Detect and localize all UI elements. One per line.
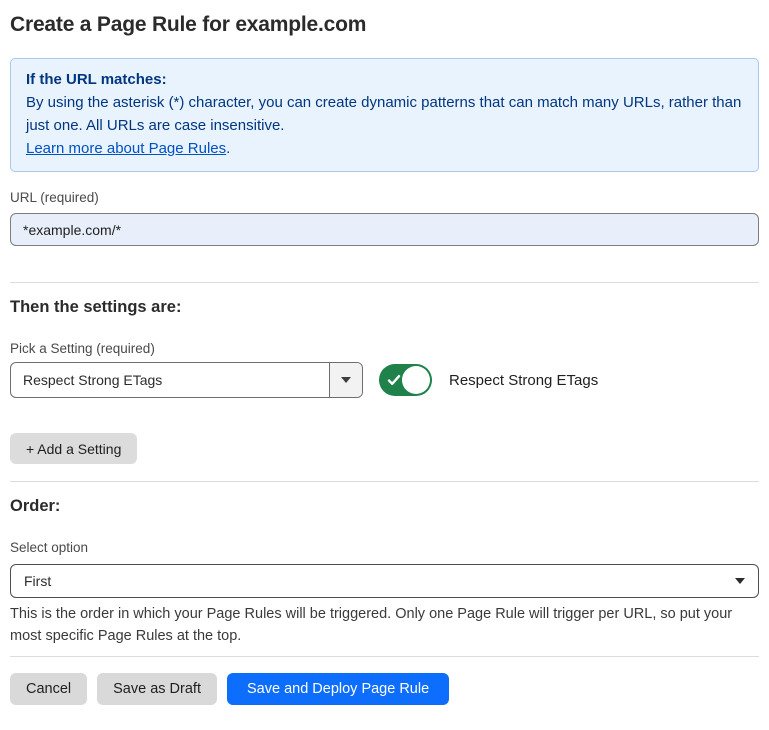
cancel-button[interactable]: Cancel — [10, 673, 87, 705]
footer-actions: Cancel Save as Draft Save and Deploy Pag… — [10, 673, 759, 705]
toggle-knob — [402, 366, 430, 394]
save-and-deploy-button[interactable]: Save and Deploy Page Rule — [227, 673, 449, 705]
learn-more-link[interactable]: Learn more about Page Rules — [26, 140, 226, 157]
section-divider — [10, 656, 759, 657]
create-page-rule-form: Create a Page Rule for example.com If th… — [0, 12, 769, 705]
check-icon — [387, 373, 401, 387]
url-matches-info-box: If the URL matches: By using the asteris… — [10, 58, 759, 172]
order-select[interactable]: First — [10, 564, 759, 598]
info-box-body: By using the asterisk (*) character, you… — [26, 91, 743, 160]
page-title: Create a Page Rule for example.com — [10, 12, 759, 38]
info-box-heading: If the URL matches: — [26, 68, 743, 91]
link-period: . — [226, 140, 230, 157]
setting-toggle[interactable] — [379, 364, 432, 396]
order-select-value: First — [24, 573, 51, 589]
toggle-label: Respect Strong ETags — [449, 372, 598, 389]
order-help-text: This is the order in which your Page Rul… — [10, 603, 755, 647]
section-divider — [10, 481, 759, 482]
chevron-down-icon — [735, 578, 745, 584]
url-input[interactable] — [10, 213, 759, 246]
add-setting-button[interactable]: + Add a Setting — [10, 433, 137, 464]
url-field-label: URL (required) — [10, 190, 759, 206]
order-select-label: Select option — [10, 540, 759, 556]
setting-row: Respect Strong ETags Respect Strong ETag… — [10, 362, 759, 398]
order-section-heading: Order: — [10, 496, 759, 516]
setting-select[interactable]: Respect Strong ETags — [10, 362, 363, 398]
chevron-down-icon — [341, 377, 351, 383]
setting-select-value: Respect Strong ETags — [11, 363, 329, 397]
save-as-draft-button[interactable]: Save as Draft — [97, 673, 217, 705]
settings-section-heading: Then the settings are: — [10, 297, 759, 317]
info-box-body-text: By using the asterisk (*) character, you… — [26, 94, 741, 134]
setting-select-arrow-button[interactable] — [329, 363, 362, 397]
pick-setting-label: Pick a Setting (required) — [10, 341, 759, 357]
section-divider — [10, 282, 759, 283]
